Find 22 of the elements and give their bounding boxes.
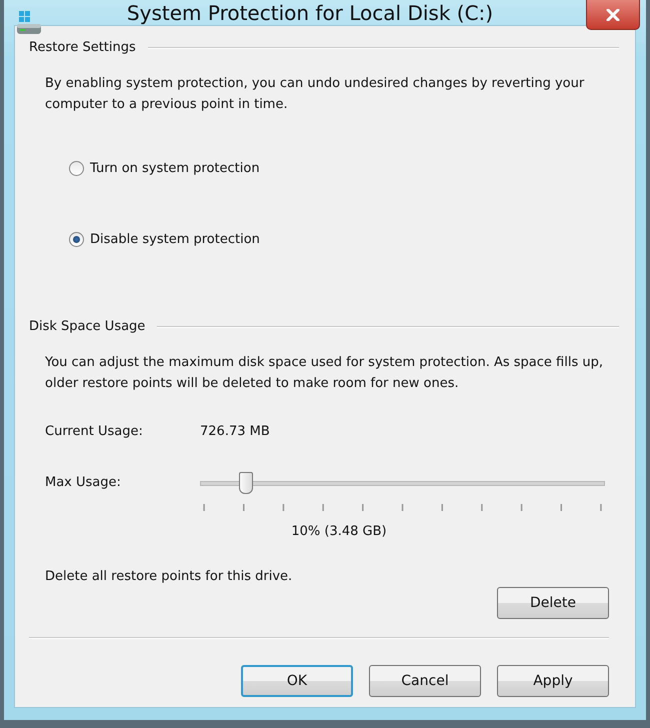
field-label: Current Usage:: [45, 424, 144, 439]
slider-thumb[interactable]: [239, 472, 254, 494]
field-label: Max Usage:: [45, 475, 122, 490]
dialog-button[interactable]: Apply: [497, 665, 609, 697]
close-icon: [606, 8, 620, 20]
section-heading: Restore Settings: [29, 40, 136, 55]
delete-button[interactable]: Delete: [497, 587, 609, 619]
field-value: 726.73 MB: [200, 424, 270, 439]
slider-reading: 10% (3.48 GB): [290, 524, 388, 539]
radio-button[interactable]: [69, 232, 84, 247]
radio-button[interactable]: [69, 161, 84, 176]
description-text: You can adjust the maximum disk space used for system protection. As space fills up, older restore points will be deleted to make room for new ones.: [45, 354, 604, 393]
dialog-button[interactable]: Cancel: [369, 665, 481, 697]
close-button[interactable]: [586, 0, 640, 30]
dialog-button[interactable]: OK: [241, 665, 353, 697]
radio-option[interactable]: Disable system protection: [69, 232, 619, 247]
window-title: System Protection for Local Disk (C:): [126, 0, 494, 24]
section-heading: Disk Space Usage: [29, 319, 146, 334]
radio-option[interactable]: Turn on system protection: [69, 161, 619, 176]
drive-icon: [16, 10, 42, 36]
delete-text: Delete all restore points for this drive.: [45, 569, 292, 584]
description-text: By enabling system protection, you can undo undesired changes by reverting your computer to a previous point in time.: [45, 75, 586, 114]
